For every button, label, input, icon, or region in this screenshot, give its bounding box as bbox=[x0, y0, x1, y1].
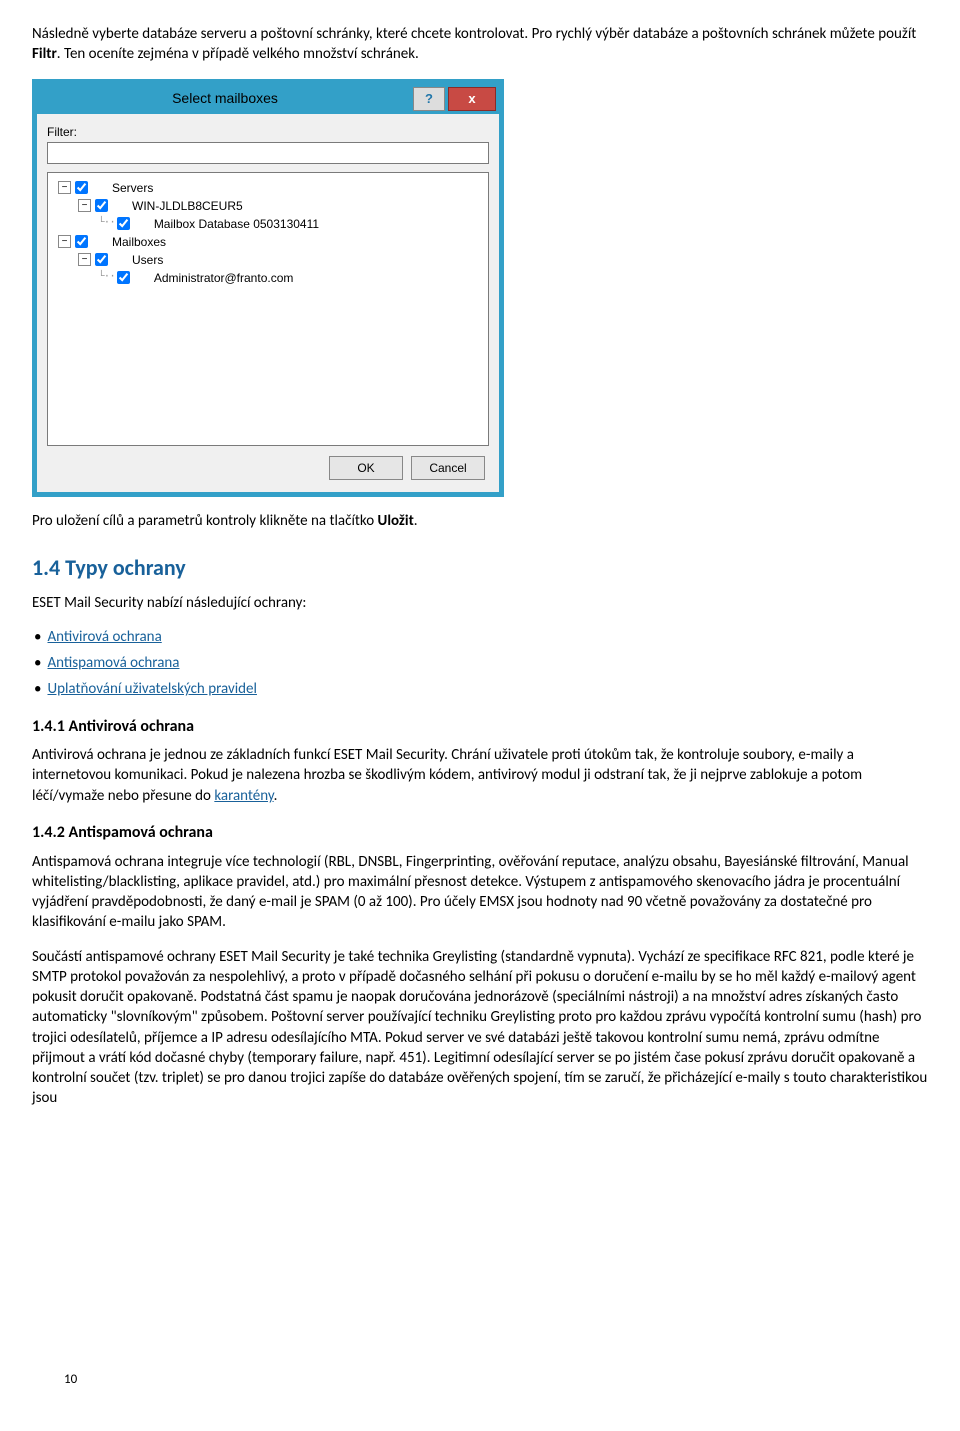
help-button[interactable]: ? bbox=[413, 87, 445, 111]
ok-label: OK bbox=[357, 460, 374, 476]
tree-label: Servers bbox=[112, 180, 153, 196]
tree-view[interactable]: − Servers − WIN-JLDLB8CEUR5 └·· Mailbox … bbox=[47, 172, 489, 446]
heading-1-4: 1.4 Typy ochrany bbox=[32, 553, 928, 583]
close-button[interactable]: x bbox=[448, 87, 496, 111]
tree-label: Administrator@franto.com bbox=[154, 270, 294, 286]
text-b: Uložit bbox=[378, 512, 414, 530]
tree-label: WIN-JLDLB8CEUR5 bbox=[132, 198, 243, 214]
close-icon: x bbox=[468, 90, 475, 108]
heading-1-4-2: 1.4.2 Antispamová ochrana bbox=[32, 822, 928, 844]
dialog-titlebar[interactable]: Select mailboxes ? x bbox=[37, 84, 499, 114]
help-icon: ? bbox=[425, 90, 433, 108]
sec142-paragraph-1: Antispamová ochrana integruje více techn… bbox=[32, 852, 928, 933]
collapse-icon[interactable]: − bbox=[78, 253, 91, 266]
dialog-body: Filter: − Servers − WIN-JLDLB8CEUR5 └·· … bbox=[37, 114, 499, 492]
link-antispam[interactable]: Antispamová ochrana bbox=[47, 654, 179, 672]
link-quarantine[interactable]: karantény bbox=[214, 787, 273, 805]
tree-label: Users bbox=[132, 252, 163, 268]
heading-1-4-1: 1.4.1 Antivirová ochrana bbox=[32, 716, 928, 738]
link-user-rules[interactable]: Uplatňování uživatelských pravidel bbox=[47, 680, 256, 698]
text-a: Pro uložení cílů a parametrů kontroly kl… bbox=[32, 512, 378, 530]
ok-button[interactable]: OK bbox=[329, 456, 403, 480]
sec14-intro: ESET Mail Security nabízí následující oc… bbox=[32, 593, 928, 613]
filter-label: Filter: bbox=[47, 124, 489, 140]
filter-input[interactable] bbox=[47, 142, 489, 164]
dialog-title: Select mailboxes bbox=[37, 89, 413, 108]
collapse-icon[interactable]: − bbox=[58, 235, 71, 248]
intro-paragraph: Následně vyberte databáze serveru a pošt… bbox=[32, 24, 928, 65]
list-item: Uplatňování uživatelských pravidel bbox=[34, 679, 928, 699]
select-mailboxes-dialog: Select mailboxes ? x Filter: − Servers −… bbox=[32, 79, 504, 497]
checkbox-servers[interactable] bbox=[75, 181, 88, 194]
cancel-button[interactable]: Cancel bbox=[411, 456, 485, 480]
cancel-label: Cancel bbox=[429, 460, 466, 476]
tree-connector-icon: └·· bbox=[98, 270, 115, 285]
tree-node-servers[interactable]: − Servers bbox=[52, 179, 484, 197]
tree-label: Mailboxes bbox=[112, 234, 166, 250]
checkbox-mailboxes[interactable] bbox=[75, 235, 88, 248]
protection-list: Antivirová ochrana Antispamová ochrana U… bbox=[32, 627, 928, 700]
tree-node-admin[interactable]: └·· Administrator@franto.com bbox=[52, 269, 484, 287]
tree-label: Mailbox Database 0503130411 bbox=[154, 216, 319, 232]
link-antivirus[interactable]: Antivirová ochrana bbox=[47, 628, 161, 646]
tree-node-server-name[interactable]: − WIN-JLDLB8CEUR5 bbox=[52, 197, 484, 215]
after-dialog-paragraph: Pro uložení cílů a parametrů kontroly kl… bbox=[32, 511, 928, 531]
text-c: . bbox=[414, 512, 418, 530]
collapse-icon[interactable]: − bbox=[58, 181, 71, 194]
intro-text-a: Následně vyberte databáze serveru a pošt… bbox=[32, 25, 916, 43]
checkbox-mailboxdb[interactable] bbox=[117, 217, 130, 230]
dialog-button-row: OK Cancel bbox=[47, 446, 489, 482]
tree-node-mailbox-db[interactable]: └·· Mailbox Database 0503130411 bbox=[52, 215, 484, 233]
intro-text-b: Filtr bbox=[32, 45, 57, 63]
tree-node-mailboxes[interactable]: − Mailboxes bbox=[52, 233, 484, 251]
intro-text-c: . Ten oceníte zejména v případě velkého … bbox=[57, 45, 419, 63]
sec142-paragraph-2: Součástí antispamové ochrany ESET Mail S… bbox=[32, 947, 928, 1109]
checkbox-server[interactable] bbox=[95, 199, 108, 212]
tree-node-users[interactable]: − Users bbox=[52, 251, 484, 269]
sec141-text-b: . bbox=[274, 787, 278, 805]
collapse-icon[interactable]: − bbox=[78, 199, 91, 212]
checkbox-users[interactable] bbox=[95, 253, 108, 266]
sec141-paragraph: Antivirová ochrana je jednou ze základní… bbox=[32, 745, 928, 806]
tree-connector-icon: └·· bbox=[98, 216, 115, 231]
list-item: Antivirová ochrana bbox=[34, 627, 928, 647]
checkbox-admin[interactable] bbox=[117, 271, 130, 284]
sec141-text-a: Antivirová ochrana je jednou ze základní… bbox=[32, 746, 862, 805]
list-item: Antispamová ochrana bbox=[34, 653, 928, 673]
page-number: 10 bbox=[64, 1371, 77, 1389]
